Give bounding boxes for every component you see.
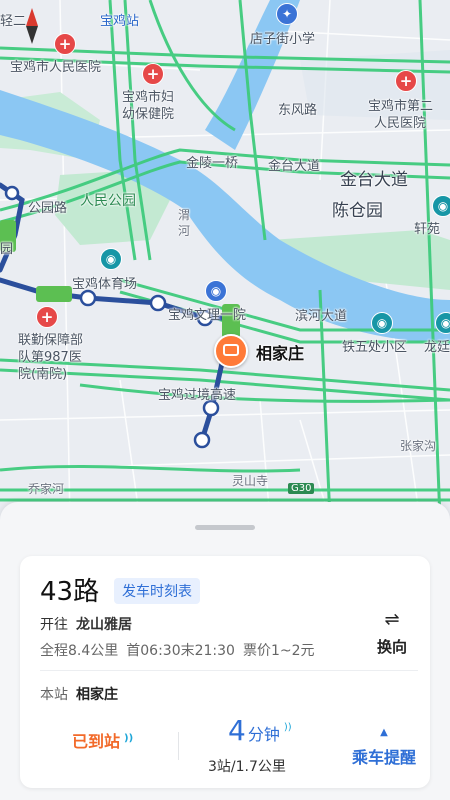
map-label-lingshan: 灵山寺 xyxy=(232,474,269,488)
arrived-status[interactable]: 已到站)) xyxy=(72,728,133,752)
map-label-chencang: 陈仓园 xyxy=(332,201,383,221)
map-view[interactable]: 轻二 宝鸡站 ✦ 店子街小学 + 宝鸡市人民医院 + 宝鸡市妇 幼保健院 + 东… xyxy=(0,0,450,521)
hospital-cross-icon: + xyxy=(395,70,417,92)
highway-badge: G30 xyxy=(288,483,315,494)
map-label-current-stop: 相家庄 xyxy=(256,344,305,363)
boarding-reminder-button[interactable]: ▲ 乘车提醒 xyxy=(342,728,426,768)
map-label-maternal-2: 幼保健院 xyxy=(122,107,175,122)
station-label: 本站 xyxy=(40,687,68,703)
current-station: 本站 相家庄 xyxy=(40,684,118,704)
hospital-cross-icon: + xyxy=(142,63,164,85)
fare: 票价1~2元 xyxy=(242,643,315,659)
map-label-dongfeng-road: 东风路 xyxy=(278,103,318,118)
route-direction: 开往 龙山雅居 xyxy=(40,614,132,634)
map-label-guojing-highway: 宝鸡过境高速 xyxy=(158,388,237,403)
map-label-wei-river-2: 河 xyxy=(178,224,191,238)
realtime-signal-icon: )) xyxy=(283,721,292,733)
stadium-icon: ◉ xyxy=(100,248,122,270)
residential-icon: ◉ xyxy=(435,312,450,334)
switch-direction-label: 换向 xyxy=(376,638,407,656)
map-label: 轻二 xyxy=(0,14,27,29)
map-label-jintai-avenue: 金台大道 xyxy=(268,159,321,174)
map-label-binhe-avenue: 滨河大道 xyxy=(295,309,348,324)
hospital-cross-icon: + xyxy=(54,33,76,55)
operating-hours: 首06:30末21:30 xyxy=(126,643,235,659)
map-label-peoples-park: 人民公园 xyxy=(80,193,136,209)
station-name: 相家庄 xyxy=(76,687,118,703)
vertical-divider xyxy=(178,732,179,760)
caret-up-icon: ▲ xyxy=(380,727,388,738)
map-label-tiewu: 铁五处小区 xyxy=(342,340,408,355)
school-icon: ✦ xyxy=(276,3,298,25)
map-label-jintai-avenue-big: 金台大道 xyxy=(340,170,408,190)
next-bus-distance: 3站/1.7公里 xyxy=(208,759,286,775)
hospital-cross-icon: + xyxy=(36,306,58,328)
route-number: 43路 xyxy=(40,577,100,607)
compass-icon[interactable] xyxy=(24,8,40,44)
map-label-people-hospital: 宝鸡市人民医院 xyxy=(10,60,102,75)
residential-icon: ◉ xyxy=(371,312,393,334)
next-bus-eta[interactable]: 4 分钟)) xyxy=(228,714,292,747)
arrived-label: 已到站 xyxy=(72,732,121,751)
map-label-wenli-hospital: 宝鸡文理一院 xyxy=(168,308,247,323)
map-label-wei-river: 渭 xyxy=(178,208,191,222)
map-label-qiaohe: 乔家河 xyxy=(28,482,65,496)
realtime-signal-icon: )) xyxy=(124,732,134,744)
swap-arrows-icon: ⇌ xyxy=(384,609,400,630)
switch-direction-button[interactable]: ⇌ 换向 xyxy=(372,610,412,657)
map-label-stadium: 宝鸡体育场 xyxy=(72,277,138,292)
hospital-icon: ◉ xyxy=(205,280,227,302)
map-label-zhangjia: 张家沟 xyxy=(400,439,437,453)
towards-label: 开往 xyxy=(40,617,68,633)
route-card: 43路 发车时刻表 开往 龙山雅居 全程8.4公里 首06:30末21:30 票价1~… xyxy=(20,556,430,788)
eta-unit: 分钟 xyxy=(247,725,280,744)
timetable-button[interactable]: 发车时刻表 xyxy=(114,578,200,604)
total-distance: 全程8.4公里 xyxy=(40,643,119,659)
map-canvas[interactable] xyxy=(0,0,450,521)
divider xyxy=(40,670,418,671)
route-info: 全程8.4公里 首06:30末21:30 票价1~2元 xyxy=(40,640,323,660)
map-label-jinling-bridge: 金陵一桥 xyxy=(186,156,239,171)
boarding-reminder-label: 乘车提醒 xyxy=(351,748,416,767)
map-label-second-hospital-2: 人民医院 xyxy=(374,116,427,131)
map-label-longting: 龙廷 xyxy=(424,340,450,355)
map-label-yuan: 园 xyxy=(0,242,14,257)
map-label-baoji-station: 宝鸡站 xyxy=(100,14,140,29)
bottom-sheet: 43路 发车时刻表 开往 龙山雅居 全程8.4公里 首06:30末21:30 票价1~… xyxy=(0,502,450,800)
map-label-park-road: 公园路 xyxy=(28,201,68,216)
eta-minutes: 4 xyxy=(228,714,246,747)
park-icon: ◉ xyxy=(432,195,450,217)
sheet-drag-handle[interactable] xyxy=(195,525,255,530)
map-label-school: 店子街小学 xyxy=(250,32,316,47)
destination-name: 龙山雅居 xyxy=(76,617,132,633)
map-label-xuanyuan: 轩苑 xyxy=(414,222,441,237)
current-stop-marker[interactable] xyxy=(214,334,248,368)
map-label-lianqin-3: 院(南院) xyxy=(18,367,68,382)
